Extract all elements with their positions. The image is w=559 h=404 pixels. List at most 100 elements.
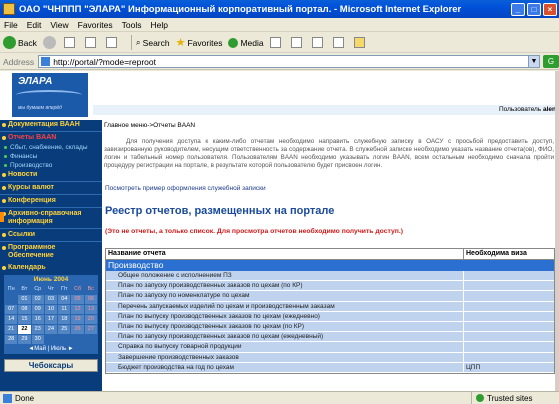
nav-item-7[interactable]: Конференция: [0, 196, 102, 206]
left-navigation: Документация ВААН Отчеты BAAN Сбыт, снабже…: [0, 120, 102, 391]
calendar-day[interactable]: 10: [44, 305, 58, 314]
nav-item-6[interactable]: Курсы валют: [0, 183, 102, 193]
calendar-empty-cell: [58, 335, 70, 344]
address-input[interactable]: http://portal/?mode=reproot: [38, 55, 529, 68]
calendar-day[interactable]: 25: [58, 325, 71, 334]
vertical-scrollbar[interactable]: [555, 71, 559, 391]
ie-icon: [3, 3, 15, 15]
menu-help[interactable]: Help: [150, 20, 167, 30]
calendar-day[interactable]: 21: [5, 325, 18, 334]
table-row[interactable]: Общее положение с исполнением ПЗ: [106, 271, 554, 282]
calendar-day[interactable]: 22: [18, 325, 31, 334]
window-title-bar[interactable]: ОАО "ЧНППП "ЭЛАРА" Информационный корпор…: [0, 0, 559, 18]
calendar: Июнь 2004 Пн Вт Ср Чт Пт Сб Вс 01 02 03 04 05 06 07 08…: [4, 275, 98, 354]
table-row[interactable]: Справка по выпуску товарной продукции: [106, 342, 554, 353]
forward-button[interactable]: [42, 36, 58, 49]
menu-file[interactable]: File: [4, 20, 18, 30]
calendar-day[interactable]: 28: [5, 335, 18, 344]
refresh-button[interactable]: [84, 37, 100, 48]
calendar-day[interactable]: 19: [71, 315, 84, 324]
report-name: Завершение производственных заказов: [106, 352, 464, 362]
nav-item-4[interactable]: Производство: [0, 161, 102, 170]
go-button[interactable]: G: [543, 55, 559, 68]
calendar-day[interactable]: 26: [71, 325, 84, 334]
nav-item-0[interactable]: Документация ВААН: [0, 120, 102, 130]
calendar-day[interactable]: 04: [58, 295, 71, 304]
calendar-day[interactable]: 23: [31, 325, 44, 334]
edit-button[interactable]: [332, 37, 348, 48]
address-dropdown-icon[interactable]: ▼: [528, 55, 540, 68]
search-button[interactable]: ⌕ Search: [136, 37, 170, 48]
sample-memo-link[interactable]: Посмотреть пример оформления служебной з…: [105, 185, 266, 192]
calendar-day[interactable]: 12: [71, 305, 84, 314]
elara-logo[interactable]: ЭЛАРА мы думаем вперёд: [12, 73, 88, 117]
calendar-day[interactable]: 13: [84, 305, 97, 314]
calendar-day[interactable]: 30: [31, 335, 44, 344]
calendar-day[interactable]: 05: [71, 295, 84, 304]
calendar-day[interactable]: 27: [84, 325, 97, 334]
calendar-month-nav[interactable]: ◄Май | Июль ►: [4, 345, 98, 354]
cheboksary-button[interactable]: Чебоксары: [4, 359, 98, 372]
calendar-day[interactable]: 14: [5, 315, 18, 324]
table-row[interactable]: План по запуску по номенклатуре по цехам: [106, 291, 554, 302]
calendar-day[interactable]: 20: [84, 315, 97, 324]
calendar-day[interactable]: 16: [31, 315, 44, 324]
history-button[interactable]: [269, 37, 285, 48]
menu-tools[interactable]: Tools: [122, 20, 142, 30]
calendar-empty-cell: [85, 335, 97, 344]
nav-item-3[interactable]: Финансы: [0, 152, 102, 161]
calendar-day[interactable]: 11: [58, 305, 71, 314]
nav-item-1[interactable]: Отчеты BAAN: [0, 133, 102, 143]
nav-item-8[interactable]: Архивно-справочная информация: [0, 209, 102, 227]
refresh-icon: [84, 37, 96, 48]
calendar-day[interactable]: 29: [18, 335, 31, 344]
nav-item-10[interactable]: Программное Обеспечение: [0, 243, 102, 261]
calendar-day[interactable]: 03: [44, 295, 58, 304]
table-row[interactable]: План по запуску производственных заказов…: [106, 332, 554, 343]
breadcrumb[interactable]: Главное меню->Отчеты BAAN: [104, 122, 195, 129]
report-name: План по запуску производственных заказов…: [106, 281, 464, 291]
calendar-day[interactable]: 01: [18, 295, 31, 304]
table-row[interactable]: План по запуску производственных заказов…: [106, 281, 554, 292]
calendar-title: Календарь: [0, 263, 102, 273]
table-row[interactable]: Перечень запускаемых изделий по цехам и …: [106, 301, 554, 312]
close-button[interactable]: ×: [543, 2, 557, 16]
menu-favorites[interactable]: Favorites: [78, 20, 113, 30]
history-icon: [269, 37, 281, 48]
maximize-button[interactable]: □: [527, 2, 541, 16]
favorites-button[interactable]: ★ Favorites: [176, 36, 223, 49]
calendar-day[interactable]: 07: [5, 305, 18, 314]
nav-item-5[interactable]: Новости: [0, 170, 102, 180]
nav-item-2[interactable]: Сбыт, снабжение, склады: [0, 143, 102, 152]
calendar-day[interactable]: 17: [44, 315, 58, 324]
back-button[interactable]: Back: [3, 36, 37, 49]
table-row[interactable]: План по выпуску производственных заказов…: [106, 311, 554, 322]
page-content: ЭЛАРА мы думаем вперёд Пользователь alen…: [0, 71, 559, 391]
print-button[interactable]: [311, 37, 327, 48]
home-button[interactable]: [105, 37, 121, 48]
table-row[interactable]: Бюджет производства на год по цехам ЦПП: [106, 362, 554, 373]
menu-edit[interactable]: Edit: [27, 20, 42, 30]
mail-button[interactable]: [290, 37, 306, 48]
report-visa: [464, 302, 554, 311]
media-button[interactable]: Media: [228, 37, 264, 48]
toolbar-divider: [130, 35, 132, 50]
stop-button[interactable]: [63, 37, 79, 48]
calendar-day[interactable]: 02: [31, 295, 44, 304]
table-row[interactable]: Завершение производственных заказов: [106, 352, 554, 363]
minimize-button[interactable]: _: [511, 2, 525, 16]
calendar-day[interactable]: 15: [18, 315, 31, 324]
calendar-day[interactable]: 09: [31, 305, 44, 314]
security-zone: Trusted sites: [471, 392, 559, 404]
nav-item-9[interactable]: Ссылки: [0, 230, 102, 240]
menu-view[interactable]: View: [50, 20, 68, 30]
calendar-day[interactable]: 24: [44, 325, 58, 334]
logo-text: ЭЛАРА: [18, 76, 53, 87]
calendar-weekday: Пн: [7, 286, 15, 292]
table-row[interactable]: План по выпуску производственных заказов…: [106, 321, 554, 333]
portal-header: ЭЛАРА мы думаем вперёд Пользователь alen: [0, 71, 559, 120]
calendar-day[interactable]: 06: [84, 295, 97, 304]
folder-button[interactable]: [353, 37, 369, 48]
calendar-day[interactable]: 08: [18, 305, 31, 314]
calendar-day[interactable]: 18: [58, 315, 71, 324]
